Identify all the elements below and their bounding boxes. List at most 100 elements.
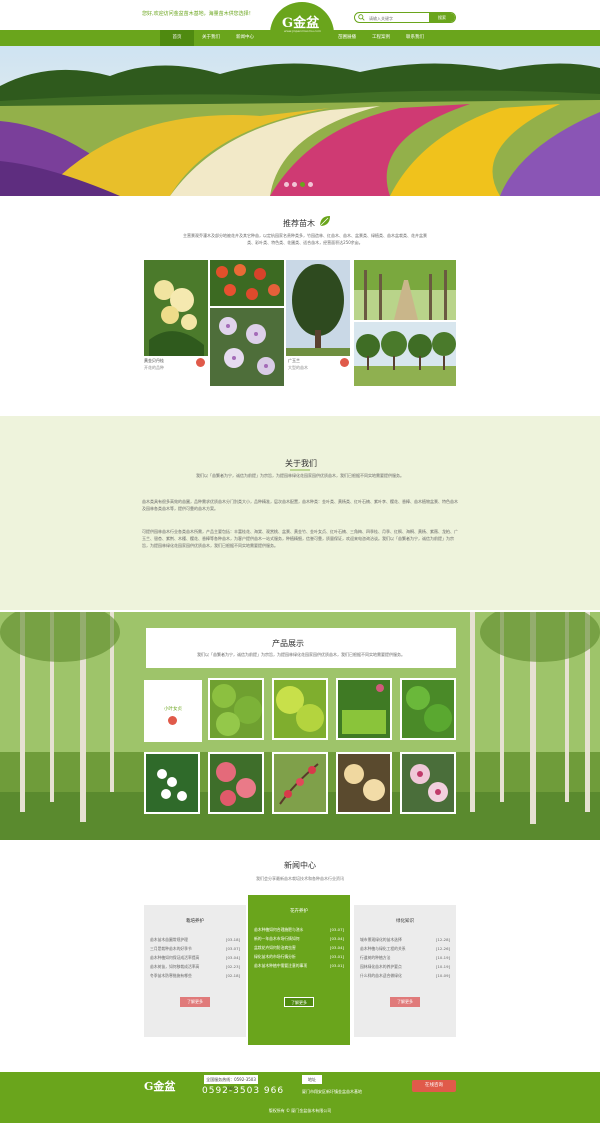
copyright: 版权所有 © 厦门金盆苗木有限公司 (268, 1108, 332, 1113)
shrub-image (274, 680, 326, 738)
news-item[interactable]: 城市景观绿化的苗木选择 [12-28] (360, 937, 450, 946)
news-column-title: 花卉养护 (290, 909, 308, 914)
frangipani-image (402, 754, 454, 812)
product-thumb[interactable] (144, 752, 200, 814)
rose-bush-image (338, 754, 390, 812)
recommend-title: 推荐苗木 (283, 219, 315, 228)
banner-dot[interactable] (308, 182, 313, 187)
news-item[interactable]: 什么样的苗木适合做绿化 [10-09] (360, 973, 450, 982)
about-paragraph-3: 可提供园林苗木行业各类苗木所需，产品主要包括：丰富桂花、海棠、观赏桃、盆景、黄金… (142, 529, 458, 548)
product-thumb[interactable] (272, 678, 328, 740)
flame-icon[interactable] (196, 358, 205, 367)
product-thumb[interactable] (400, 752, 456, 814)
lily-of-valley-image (146, 754, 198, 812)
footer-logo[interactable]: G金盆 (144, 1078, 175, 1094)
leaf-icon (319, 216, 330, 227)
magnolia-image (286, 260, 350, 356)
flame-icon[interactable] (168, 716, 177, 725)
banner-dot-active[interactable] (300, 182, 305, 187)
search-box[interactable]: 搜索 (354, 12, 456, 23)
about-paragraph-1: 我们以「苗繁者为宁，诚信为前提」为宗旨，为提园林绿化花园家园供优质苗木，我们已根… (196, 473, 404, 478)
flower-field-image (0, 46, 600, 196)
about-paragraph-2: 苗木类具有很多高效的苗圃，品种需求优质苗木分门别类大小，品种精准，层次苗木配置，… (142, 499, 458, 511)
about-section: 关于我们 我们以「苗繁者为宁，诚信为前提」为宗旨，为提园林绿化花园家园供优质苗木… (0, 416, 600, 610)
news-item[interactable]: 园林绿化苗木的养护要点 [10-19] (360, 964, 450, 973)
news-item[interactable]: 苗木苗木种植中需要注意的事项 [03-01] (254, 963, 344, 972)
banner-dot[interactable] (284, 182, 289, 187)
news-item[interactable]: 苗木树苗，如何移栽成活率高 [02-23] (150, 964, 240, 973)
product-card-rose[interactable] (210, 260, 284, 306)
nav-item-news[interactable]: 新闻中心 (228, 30, 262, 46)
phone-label: 全国服务热线：0592-3503 966 (204, 1075, 258, 1091)
news-item[interactable]: 盆栽花卉如何防治病虫害 [03-04] (254, 945, 344, 954)
banner-pagination (284, 182, 313, 187)
product-sub: 大型的苗木 (288, 365, 308, 370)
footer: G金盆 全国服务热线：0592-3503 966 0592-3503 966 地… (0, 1072, 600, 1123)
product-card-maple-row[interactable] (354, 322, 456, 386)
product-thumb[interactable] (208, 752, 264, 814)
news-item[interactable]: 苗木种植如何保证成活率提高 [03-04] (150, 955, 240, 964)
product-card-osmanthus[interactable] (144, 260, 208, 356)
logo-subtext: www.jinpenmiaomu.com (284, 29, 321, 33)
product-card-magnolia[interactable] (286, 260, 350, 356)
product-feature-card[interactable]: 小叶女贞 (144, 680, 202, 742)
maple-row-image (354, 322, 456, 386)
product-name: 黄金贝丹桂 (144, 358, 164, 363)
nav-item-nursery[interactable]: 苗圃展播 (330, 30, 364, 46)
products-header-box: 产品展示 我们以「苗繁者为宁，诚信为前提」为宗旨，为提园林绿化花园家园供优质苗木… (146, 628, 456, 668)
more-button[interactable]: 了解更多 (284, 997, 314, 1007)
product-feature-label: 小叶女贞 (164, 707, 182, 712)
news-item[interactable]: 新的一年苗木市场行情如何 [03-04] (254, 936, 344, 945)
product-thumb[interactable] (400, 678, 456, 740)
news-intro: 我们会分享最新苗木栽培技术和各种苗木行业资讯 (256, 876, 344, 881)
news-column-flowers: 花卉养护 苗木种植如何合理施肥与浇水 [03-07] 新的一年苗木市场行情如何 [0… (248, 895, 350, 1045)
banner-dot[interactable] (292, 182, 297, 187)
osmanthus-image (144, 260, 208, 356)
product-thumb[interactable] (336, 678, 392, 740)
product-card-clematis[interactable] (210, 308, 284, 386)
welcome-text: 您好,欢迎访问金盆苗木基地，海量苗木供您选择！ (142, 11, 254, 17)
news-title: 新闻中心 (284, 861, 316, 870)
product-name: 广玉兰 (288, 358, 300, 363)
phone-number: 0592-3503 966 (202, 1086, 285, 1096)
nav-item-cases[interactable]: 工程案例 (364, 30, 398, 46)
news-item[interactable]: 三月是栽种苗木的好季节 [03-07] (150, 946, 240, 955)
news-column-cultivation: 栽培养护 苗木苗木苗圃常规护理 [03-18] 三月是栽种苗木的好季节 [03-07… (144, 905, 246, 1037)
plum-blossom-image (274, 754, 326, 812)
news-column-greening: 绿化知识 城市景观绿化的苗木选择 [12-28] 苗木种植与绿化工程的关系 [12-… (354, 905, 456, 1037)
news-item[interactable]: 绿化苗木的市场行情分析 [03-01] (254, 954, 344, 963)
shrub-image (402, 680, 454, 738)
news-column-title: 栽培养护 (186, 919, 204, 924)
rose-image (210, 260, 284, 306)
product-thumb[interactable] (208, 678, 264, 740)
shrub-image (210, 680, 262, 738)
recommend-intro: 主营景观乔灌木及部分地被花卉及其它种苗，以定杭园家名贵种类多，竹园造林、红苗木、… (183, 233, 427, 245)
product-thumb[interactable] (336, 752, 392, 814)
product-thumb[interactable] (272, 752, 328, 814)
search-input[interactable] (369, 14, 427, 22)
camellia-image (210, 754, 262, 812)
products-intro: 我们以「苗繁者为宁，诚信为前提」为宗旨，为提园林绿化花园家园供优质苗木，我们已根… (197, 652, 405, 657)
product-card-poplar-rows[interactable] (354, 260, 456, 320)
news-item[interactable]: 冬季苗木防寒措施有哪些 [02-18] (150, 973, 240, 982)
clematis-image (210, 308, 284, 386)
search-button[interactable]: 搜索 (429, 13, 455, 22)
hero-banner (0, 46, 600, 196)
more-button[interactable]: 了解更多 (180, 997, 210, 1007)
address-label: 地址 (302, 1075, 322, 1084)
search-icon (358, 14, 365, 21)
address-text: 厦门市翔安区新圩镇金盆苗木基地 (302, 1089, 362, 1094)
more-button[interactable]: 了解更多 (390, 997, 420, 1007)
news-item[interactable]: 行道树的种植方法 [10-19] (360, 955, 450, 964)
nav-item-contact[interactable]: 联系我们 (398, 30, 432, 46)
news-item[interactable]: 苗木苗木苗圃常规护理 [03-18] (150, 937, 240, 946)
news-item[interactable]: 苗木种植如何合理施肥与浇水 [03-07] (254, 927, 344, 936)
flame-icon[interactable] (340, 358, 349, 367)
consult-button[interactable]: 在线咨询 (412, 1080, 456, 1092)
product-sub: 开花的品种 (144, 365, 164, 370)
nav-item-about[interactable]: 关于我们 (194, 30, 228, 46)
products-title: 产品展示 (272, 639, 304, 648)
news-item[interactable]: 苗木种植与绿化工程的关系 [12-26] (360, 946, 450, 955)
shrub-image (338, 680, 390, 738)
nav-item-home[interactable]: 首页 (160, 30, 194, 46)
